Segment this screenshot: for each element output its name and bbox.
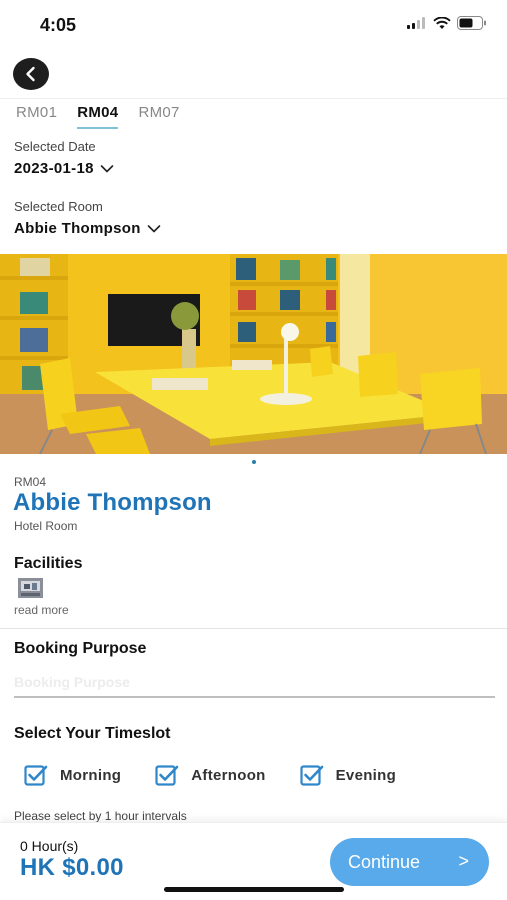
hours-count: 0 Hour(s) <box>20 838 79 854</box>
room-tabs: RM01 RM04 RM07 <box>14 102 182 129</box>
timeslot-title: Select Your Timeslot <box>14 725 171 742</box>
facilities-title: Facilities <box>14 555 83 572</box>
selected-date-value: 2023-01-18 <box>14 160 94 177</box>
timeslot-options: Morning Afternoon Evening <box>24 764 430 786</box>
timeslot-label: Morning <box>60 766 122 784</box>
date-selector[interactable]: 2023-01-18 <box>14 160 114 177</box>
status-icons <box>407 16 487 30</box>
booking-purpose-input[interactable] <box>14 668 495 698</box>
selected-date-label: Selected Date <box>14 139 96 154</box>
selected-room-label: Selected Room <box>14 199 103 214</box>
tab-rm01[interactable]: RM01 <box>14 102 59 129</box>
checkbox-checked-icon[interactable] <box>24 764 48 786</box>
cellular-signal-icon <box>407 17 425 29</box>
continue-label: Continue <box>348 851 421 872</box>
tab-rm07[interactable]: RM07 <box>136 102 181 129</box>
checkbox-checked-icon[interactable] <box>155 764 179 786</box>
home-indicator[interactable] <box>164 887 344 892</box>
timeslot-afternoon[interactable]: Afternoon <box>155 764 265 786</box>
room-photo[interactable] <box>0 254 507 454</box>
room-type: Hotel Room <box>14 519 78 533</box>
status-time: 4:05 <box>40 15 77 35</box>
checkbox-checked-icon[interactable] <box>300 764 324 786</box>
continue-button[interactable]: Continue > <box>330 838 489 886</box>
room-selector[interactable]: Abbie Thompson <box>14 220 161 237</box>
timeslot-label: Afternoon <box>191 766 266 784</box>
timeslot-label: Evening <box>335 766 397 784</box>
chevron-left-icon <box>26 66 35 82</box>
battery-icon <box>457 16 486 30</box>
wifi-icon <box>433 16 451 29</box>
room-name: Abbie Thompson <box>13 489 212 516</box>
read-more-link[interactable]: read more <box>14 603 69 617</box>
chevron-right-icon: > <box>458 851 469 871</box>
bottom-bar: 0 Hour(s) HK $0.00 Continue > <box>0 822 507 900</box>
chevron-down-icon <box>100 164 114 172</box>
booking-purpose-title: Booking Purpose <box>14 640 147 657</box>
tab-rm04[interactable]: RM04 <box>77 102 119 129</box>
chevron-down-icon <box>147 224 161 232</box>
header-divider <box>0 98 507 99</box>
selected-room-value: Abbie Thompson <box>14 220 141 237</box>
room-code: RM04 <box>14 475 47 489</box>
back-button[interactable] <box>13 58 49 90</box>
carousel-indicator <box>252 460 256 464</box>
timeslot-morning[interactable]: Morning <box>24 764 121 786</box>
status-bar: 4:05 <box>0 0 507 50</box>
room-photo-illustration <box>0 254 507 454</box>
total-price: HK $0.00 <box>20 854 124 881</box>
timeslot-hint: Please select by 1 hour intervals <box>14 809 187 823</box>
timeslot-evening[interactable]: Evening <box>300 764 396 786</box>
section-divider <box>0 628 507 629</box>
facility-thumbnail-icon[interactable] <box>18 578 43 598</box>
